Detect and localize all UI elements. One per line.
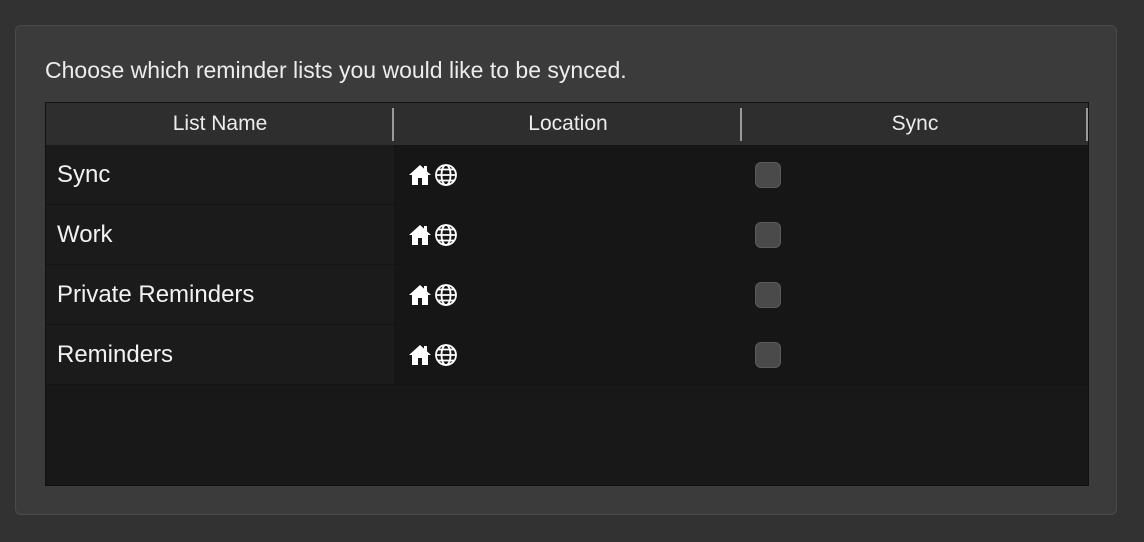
- sync-settings-panel: Choose which reminder lists you would li…: [15, 25, 1117, 515]
- globe-icon: [434, 223, 458, 247]
- table-row[interactable]: Work: [46, 205, 1088, 265]
- sync-checkbox[interactable]: [755, 221, 781, 248]
- location-cell: [394, 145, 742, 204]
- list-name-cell: Reminders: [46, 325, 394, 384]
- sync-cell: [742, 265, 1088, 324]
- table-row[interactable]: Sync: [46, 145, 1088, 205]
- column-header-label: List Name: [172, 112, 268, 135]
- instruction-text: Choose which reminder lists you would li…: [45, 57, 627, 83]
- table-row[interactable]: Private Reminders: [46, 265, 1088, 325]
- column-header-sync[interactable]: Sync: [742, 103, 1088, 145]
- sync-checkbox[interactable]: [755, 161, 781, 188]
- sync-cell: [742, 205, 1088, 264]
- column-header-list-name[interactable]: List Name: [46, 103, 394, 145]
- sync-cell: [742, 145, 1088, 204]
- column-divider[interactable]: [1086, 108, 1088, 141]
- list-name: Reminders: [57, 340, 174, 368]
- location-cell: [394, 325, 742, 384]
- reminder-lists-table: List Name Location Sync Sync Work Privat…: [45, 102, 1089, 486]
- sync-checkbox[interactable]: [755, 341, 781, 368]
- sync-cell: [742, 325, 1088, 384]
- list-name-cell: Sync: [46, 145, 394, 204]
- list-name: Work: [57, 220, 113, 248]
- column-header-label: Sync: [891, 112, 939, 135]
- list-name: Private Reminders: [57, 280, 255, 308]
- globe-icon: [434, 163, 458, 187]
- table-header: List Name Location Sync: [46, 103, 1088, 145]
- column-header-label: Location: [528, 112, 608, 135]
- globe-icon: [434, 283, 458, 307]
- home-icon: [408, 163, 432, 187]
- list-name: Sync: [57, 160, 111, 188]
- table-body: Sync Work Private Reminders Reminders: [46, 145, 1088, 385]
- home-icon: [408, 283, 432, 307]
- column-header-location[interactable]: Location: [394, 103, 742, 145]
- home-icon: [408, 343, 432, 367]
- globe-icon: [434, 343, 458, 367]
- location-cell: [394, 265, 742, 324]
- table-row[interactable]: Reminders: [46, 325, 1088, 385]
- list-name-cell: Private Reminders: [46, 265, 394, 324]
- sync-checkbox[interactable]: [755, 281, 781, 308]
- location-cell: [394, 205, 742, 264]
- list-name-cell: Work: [46, 205, 394, 264]
- home-icon: [408, 223, 432, 247]
